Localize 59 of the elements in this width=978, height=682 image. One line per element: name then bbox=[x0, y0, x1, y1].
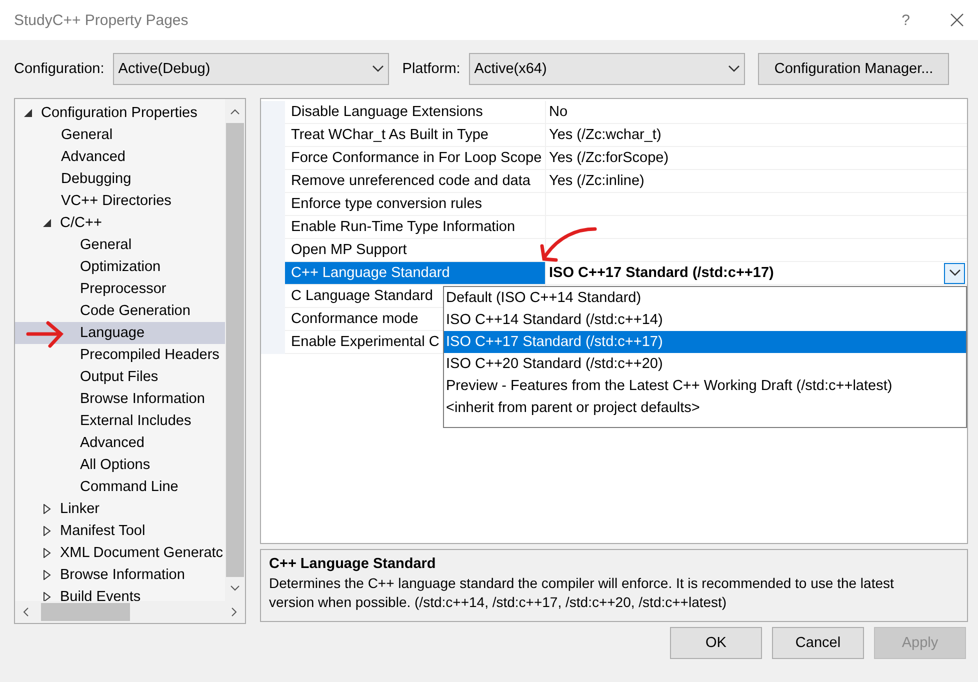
collapsed-triangle-icon[interactable] bbox=[42, 570, 52, 580]
property-value[interactable]: Yes (/Zc:forScope) bbox=[545, 147, 967, 170]
collapsed-triangle-icon[interactable] bbox=[42, 526, 52, 536]
chevron-down-icon bbox=[728, 65, 740, 73]
dialog-button[interactable]: Cancel bbox=[772, 627, 864, 659]
chevron-down-icon bbox=[948, 269, 960, 277]
tree-item[interactable]: Command Line bbox=[15, 476, 225, 498]
tree-item[interactable]: Advanced bbox=[15, 432, 225, 454]
dropdown-option[interactable]: ISO C++17 Standard (/std:c++17) bbox=[444, 331, 966, 353]
horizontal-scrollbar[interactable] bbox=[15, 601, 245, 623]
property-value-dropdown[interactable]: ISO C++17 Standard (/std:c++17) bbox=[545, 262, 967, 285]
tree-item[interactable]: Language bbox=[15, 322, 225, 344]
configuration-label: Configuration: bbox=[14, 61, 104, 77]
window-title: StudyC++ Property Pages bbox=[14, 12, 190, 28]
tree-item[interactable]: Output Files bbox=[15, 366, 225, 388]
tree-item[interactable]: External Includes bbox=[15, 410, 225, 432]
tree-item[interactable]: Code Generation bbox=[15, 300, 225, 322]
tree-item[interactable]: C/C++ bbox=[15, 212, 225, 234]
close-icon[interactable] bbox=[950, 13, 964, 27]
tree-item[interactable]: Advanced bbox=[15, 146, 225, 168]
description-title: C++ Language Standard bbox=[269, 555, 437, 574]
annotation-arrow-icon bbox=[26, 320, 64, 348]
property-name[interactable]: C++ Language Standard bbox=[285, 262, 545, 285]
tree-item[interactable]: Configuration Properties bbox=[15, 102, 225, 124]
platform-label: Platform: bbox=[402, 61, 460, 77]
tree-item[interactable]: XML Document Generatc bbox=[15, 542, 225, 564]
tree-item[interactable]: Precompiled Headers bbox=[15, 344, 225, 366]
chevron-down-icon bbox=[372, 65, 384, 73]
tree-item[interactable]: Browse Information bbox=[15, 564, 225, 586]
property-value[interactable]: Yes (/Zc:inline) bbox=[545, 170, 967, 193]
help-button[interactable]: ? bbox=[902, 12, 910, 28]
row-gutter bbox=[261, 331, 285, 354]
scrollbar-thumb[interactable] bbox=[41, 603, 130, 621]
row-gutter bbox=[261, 101, 285, 124]
property-value[interactable]: Yes (/Zc:wchar_t) bbox=[545, 124, 967, 147]
description-text: Determines the C++ language standard the compiler will enforce. It is recommended to use the latest version when possible. (/std:c++14, /std:c++17, /std:c++20, /std:c++latest) bbox=[269, 574, 895, 612]
configuration-manager-button[interactable]: Configuration Manager... bbox=[758, 53, 950, 85]
expanded-triangle-icon[interactable] bbox=[23, 108, 33, 118]
tree-item[interactable]: All Options bbox=[15, 454, 225, 476]
tree-item[interactable]: Build Events bbox=[15, 586, 225, 601]
tree-item[interactable]: VC++ Directories bbox=[15, 190, 225, 212]
tree-item[interactable]: Linker bbox=[15, 498, 225, 520]
configuration-dropdown[interactable]: Active(Debug) bbox=[113, 53, 390, 85]
tree-item[interactable]: Manifest Tool bbox=[15, 520, 225, 542]
collapsed-triangle-icon[interactable] bbox=[42, 504, 52, 514]
platform-dropdown[interactable]: Active(x64) bbox=[469, 53, 746, 85]
dialog-button[interactable]: OK bbox=[670, 627, 762, 659]
property-value[interactable]: No bbox=[545, 101, 967, 124]
tree-item[interactable]: Optimization bbox=[15, 256, 225, 278]
scrollbar-thumb[interactable] bbox=[226, 123, 244, 577]
collapsed-triangle-icon[interactable] bbox=[42, 548, 52, 558]
tree-item[interactable]: Preprocessor bbox=[15, 278, 225, 300]
expanded-triangle-icon[interactable] bbox=[42, 218, 52, 228]
vertical-scrollbar[interactable] bbox=[225, 99, 245, 601]
tree-item[interactable]: Browse Information bbox=[15, 388, 225, 410]
tree-item[interactable]: General bbox=[15, 234, 225, 256]
tree-item[interactable]: General bbox=[15, 124, 225, 146]
tree-item[interactable]: Debugging bbox=[15, 168, 225, 190]
collapsed-triangle-icon[interactable] bbox=[42, 592, 52, 601]
